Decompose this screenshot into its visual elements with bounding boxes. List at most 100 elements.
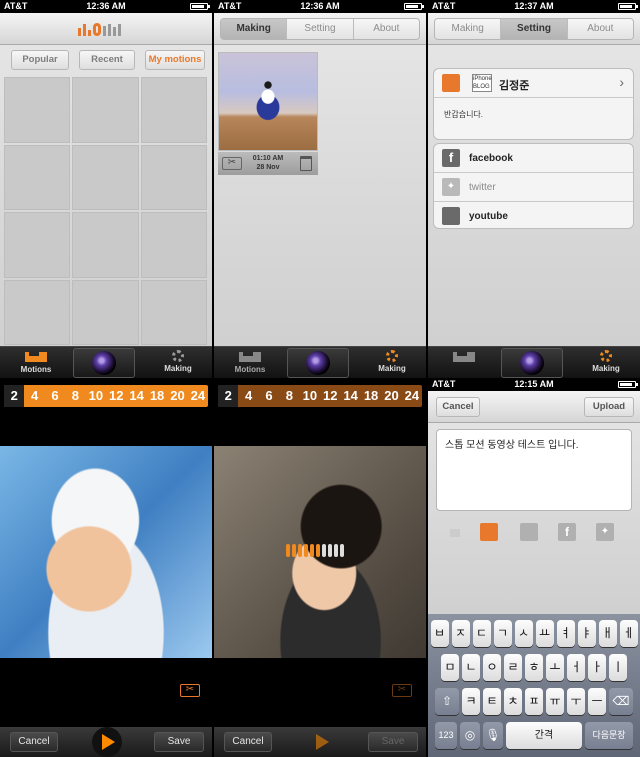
scissors-icon[interactable]: ✂: [392, 684, 412, 697]
youtube-icon[interactable]: [520, 523, 538, 541]
keyboard-row-2: ㅁㄴㅇㄹㅎㅗㅓㅏㅣ: [428, 654, 640, 681]
key[interactable]: ㅓ: [567, 654, 585, 681]
key[interactable]: ㅈ: [451, 620, 470, 647]
twitter-icon: ✦: [442, 178, 460, 196]
motions-logo-icon: [25, 352, 47, 362]
play-button[interactable]: [306, 727, 336, 757]
message-textarea[interactable]: 스톱 모션 동영상 테스트 입니다.: [436, 429, 632, 511]
trash-icon[interactable]: [300, 156, 312, 171]
key[interactable]: ㅜ: [567, 688, 585, 715]
empty-slot: [72, 212, 139, 278]
tab-motions[interactable]: Motions: [220, 347, 280, 379]
filter-my-motions-button[interactable]: My motions: [145, 50, 205, 70]
key[interactable]: ㅊ: [504, 688, 522, 715]
social-card: f facebook ✦ twitter youtube: [433, 143, 634, 229]
return-key[interactable]: 다음문장: [585, 722, 633, 749]
clock: 12:15 AM: [514, 379, 554, 389]
key[interactable]: ㅐ: [598, 620, 617, 647]
camera-preview-baby: [0, 446, 212, 658]
filter-popular-button[interactable]: Popular: [11, 50, 69, 70]
key[interactable]: ㅇ: [483, 654, 501, 681]
cancel-button[interactable]: Cancel: [436, 397, 480, 417]
filter-recent-button[interactable]: Recent: [79, 50, 135, 70]
gear-icon: [172, 350, 184, 362]
battery-icon: [618, 381, 638, 388]
youtube-icon: [442, 207, 460, 225]
frame-rate-timeline[interactable]: 2 4 6 8 10 12 14 18 20 24: [4, 385, 208, 407]
tab-bar-2: Motions Making: [214, 346, 426, 378]
motion-thumbnail[interactable]: [4, 77, 71, 143]
keyboard-row-1: ㅂㅈㄷㄱㅅㅛㅕㅑㅐㅔ: [428, 620, 640, 647]
app-badge-icon[interactable]: [480, 523, 498, 541]
tab-motions[interactable]: Motions: [6, 347, 66, 379]
key[interactable]: ㅌ: [483, 688, 501, 715]
key[interactable]: ㄹ: [504, 654, 522, 681]
empty-slot: [140, 279, 207, 345]
motion-preview[interactable]: [218, 52, 318, 151]
tab-making[interactable]: Making: [574, 347, 638, 379]
tab-setting[interactable]: Setting: [501, 19, 568, 39]
upload-button[interactable]: Upload: [584, 397, 634, 417]
save-button[interactable]: Save: [368, 732, 418, 752]
tab-motions[interactable]: [434, 347, 494, 379]
key[interactable]: ㅣ: [609, 654, 627, 681]
camera-lens-button[interactable]: [73, 348, 135, 378]
clip-info-bar: ✂ 01:10 AM 28 Nov: [218, 152, 318, 175]
microphone-icon[interactable]: 🎙: [483, 722, 503, 749]
camera-lens-button[interactable]: [501, 348, 563, 378]
social-row-twitter[interactable]: ✦ twitter: [434, 173, 633, 202]
tab-making[interactable]: Making: [435, 19, 502, 39]
backspace-key[interactable]: ⌫: [609, 688, 633, 715]
settings-screen: Making Setting About iPhone BLOG 김정준 › 반…: [428, 13, 640, 346]
numbers-key[interactable]: 123: [435, 722, 457, 749]
key[interactable]: ㅋ: [462, 688, 480, 715]
key[interactable]: ㅗ: [546, 654, 564, 681]
play-button[interactable]: [92, 727, 122, 757]
key[interactable]: ㅏ: [588, 654, 606, 681]
tab-about[interactable]: About: [353, 19, 419, 39]
key[interactable]: ㅁ: [441, 654, 459, 681]
key[interactable]: ㅛ: [535, 620, 554, 647]
key[interactable]: ㅔ: [619, 620, 638, 647]
save-button[interactable]: Save: [154, 732, 204, 752]
key[interactable]: ㅅ: [514, 620, 533, 647]
upload-header: Cancel Upload: [428, 391, 640, 423]
tab-making[interactable]: Making: [146, 347, 210, 379]
key[interactable]: ㅂ: [430, 620, 449, 647]
key[interactable]: ㄷ: [472, 620, 491, 647]
key[interactable]: ㅕ: [556, 620, 575, 647]
camera-lens-button[interactable]: [287, 348, 349, 378]
status-bar-3: AT&T 12:37 AM: [428, 0, 640, 13]
shift-key[interactable]: ⇧: [435, 688, 459, 715]
space-key[interactable]: 간격: [506, 722, 582, 749]
key[interactable]: ㅡ: [588, 688, 606, 715]
tab-setting[interactable]: Setting: [287, 19, 354, 39]
cancel-button[interactable]: Cancel: [10, 732, 58, 752]
key[interactable]: ㅎ: [525, 654, 543, 681]
key[interactable]: ㄴ: [462, 654, 480, 681]
social-row-facebook[interactable]: f facebook: [434, 144, 633, 173]
social-row-youtube[interactable]: youtube: [434, 202, 633, 228]
account-card: iPhone BLOG 김정준 › 반갑습니다.: [433, 68, 634, 140]
facebook-icon[interactable]: f: [558, 523, 576, 541]
scissors-icon[interactable]: ✂: [180, 684, 200, 697]
key[interactable]: ㄱ: [493, 620, 512, 647]
key[interactable]: ㅍ: [525, 688, 543, 715]
battery-icon: [190, 3, 210, 10]
tab-making[interactable]: Making: [221, 19, 288, 39]
cancel-button[interactable]: Cancel: [224, 732, 272, 752]
gear-icon: [600, 350, 612, 362]
lock-icon[interactable]: [450, 529, 460, 537]
key[interactable]: ㅑ: [577, 620, 596, 647]
header: Making Setting About: [428, 13, 640, 45]
frame-rate-timeline[interactable]: 2 4 6 8 10 12 14 18 20 24: [218, 385, 422, 407]
bottom-bar-2: Cancel Save: [214, 727, 426, 757]
twitter-icon[interactable]: ✦: [596, 523, 614, 541]
account-row[interactable]: iPhone BLOG 김정준 ›: [434, 69, 633, 98]
key[interactable]: ㅠ: [546, 688, 564, 715]
globe-icon[interactable]: ◎: [460, 722, 480, 749]
greeting-text: 반갑습니다.: [444, 110, 484, 119]
empty-slot: [72, 77, 139, 143]
tab-making[interactable]: Making: [360, 347, 424, 379]
tab-about[interactable]: About: [567, 19, 633, 39]
